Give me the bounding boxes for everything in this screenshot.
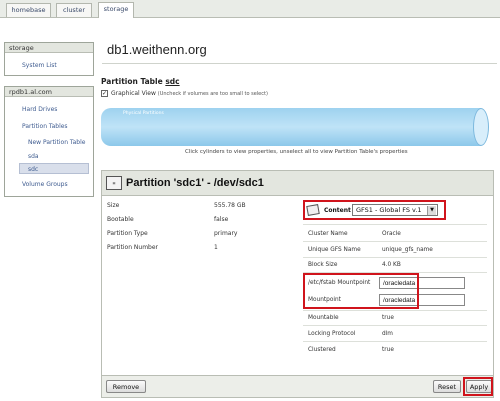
remove-button[interactable]: Remove	[106, 380, 146, 393]
content-settings-panel: Content GFS1 - Global FS v.1 ▼ Cluster N…	[300, 197, 490, 373]
unique-gfs-name-label: Unique GFS Name	[308, 247, 361, 253]
field-divider	[303, 325, 487, 326]
mountable-value: true	[382, 315, 394, 321]
graphical-view-checkbox[interactable]: ✓	[101, 90, 108, 97]
property-value: 1	[214, 244, 218, 251]
locking-protocol-value: dlm	[382, 331, 393, 337]
storage-nav-box: storage	[4, 42, 94, 76]
tab-storage[interactable]: storage	[98, 2, 134, 18]
page-title: db1.weithenn.org	[107, 42, 207, 57]
top-tab-bar: homebase cluster storage	[0, 0, 500, 18]
cylinder-end-cap	[473, 108, 489, 146]
field-divider	[303, 241, 487, 242]
property-label: Size	[107, 202, 120, 209]
unique-gfs-name-value: unique_gfs_name	[382, 247, 433, 253]
property-value: false	[214, 216, 229, 223]
clustered-value: true	[382, 347, 394, 353]
sidebar-item-partition-tables[interactable]: Partition Tables	[22, 123, 68, 130]
block-size-label: Block Size	[308, 262, 338, 268]
field-divider	[303, 224, 487, 225]
partition-properties-panel: ▤ Partition 'sdc1' - /dev/sdc1 Size 555.…	[101, 170, 494, 398]
title-divider	[102, 63, 497, 64]
partition-title: Partition 'sdc1' - /dev/sdc1	[126, 177, 264, 189]
cluster-name-value: Oracle	[382, 231, 401, 237]
partition-icon: ▤	[106, 176, 122, 190]
storage-nav-header: storage	[5, 43, 93, 53]
graphical-view-text: Graphical View	[111, 90, 156, 97]
reset-button[interactable]: Reset	[433, 380, 461, 393]
graphical-view-hint: (Uncheck if volumes are too small to sel…	[157, 91, 268, 97]
partition-panel-footer: Remove Reset Apply	[102, 375, 493, 397]
block-size-value: 4.0 KB	[382, 262, 401, 268]
property-value: primary	[214, 230, 238, 237]
field-divider	[303, 257, 487, 258]
partition-table-title: Partition Table sdc	[101, 77, 180, 86]
system-nav-header: rpdb1.al.com	[5, 87, 93, 97]
property-label: Bootable	[107, 216, 134, 223]
tab-cluster[interactable]: cluster	[56, 3, 92, 17]
sidebar-item-hard-drives[interactable]: Hard Drives	[22, 106, 57, 113]
tab-homebase[interactable]: homebase	[6, 3, 51, 17]
sidebar-item-volume-groups[interactable]: Volume Groups	[22, 181, 68, 188]
content-highlight-box	[303, 200, 446, 220]
sidebar-item-sda[interactable]: sda	[28, 153, 39, 160]
sidebar-item-sdc[interactable]: sdc	[28, 166, 38, 173]
field-divider	[303, 310, 487, 311]
partition-table-device-link[interactable]: sdc	[165, 77, 179, 86]
mountpoint-highlight-box	[303, 273, 419, 309]
partition-cylinder[interactable]: Physical Partitions	[101, 108, 489, 146]
mountable-label: Mountable	[308, 315, 339, 321]
property-label: Partition Type	[107, 230, 148, 237]
graphical-view-label: Graphical View (Uncheck if volumes are t…	[111, 90, 268, 97]
locking-protocol-label: Locking Protocol	[308, 331, 356, 337]
partition-panel-header: ▤ Partition 'sdc1' - /dev/sdc1	[102, 171, 493, 196]
cylinder-label: Physical Partitions	[123, 111, 164, 116]
cluster-name-label: Cluster Name	[308, 231, 348, 237]
clustered-label: Clustered	[308, 347, 336, 353]
sidebar-item-new-partition-table[interactable]: New Partition Table	[28, 139, 85, 146]
field-divider	[303, 341, 487, 342]
cylinder-instructions: Click cylinders to view properties, unse…	[185, 149, 408, 155]
property-value: 555.78 GB	[214, 202, 246, 209]
partition-table-label: Partition Table	[101, 77, 163, 86]
property-label: Partition Number	[107, 244, 159, 251]
apply-highlight-box	[463, 377, 493, 396]
sidebar-item-system-list[interactable]: System List	[22, 62, 57, 69]
